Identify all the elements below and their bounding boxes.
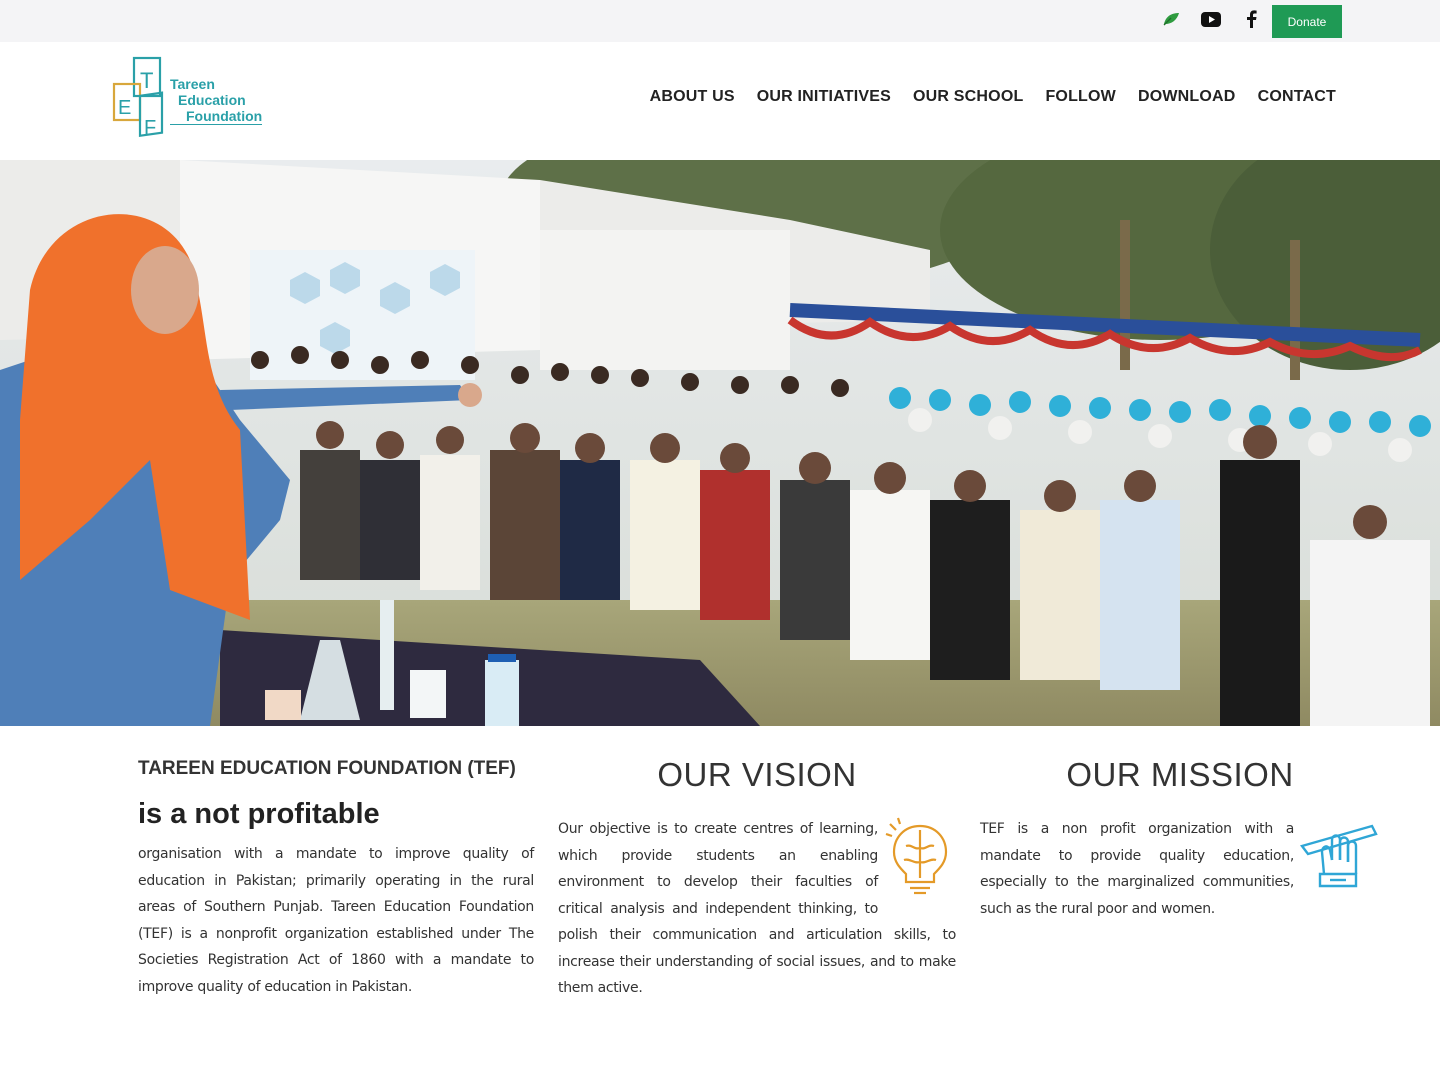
mission-title: OUR MISSION <box>1066 756 1294 793</box>
logo-line-1: Tareen <box>170 76 215 92</box>
about-subtitle: is a not profitable <box>138 798 380 830</box>
mission-section: OUR MISSION TEF is a non profit organiza… <box>980 756 1380 922</box>
logo-wordmark: Tareen Education Foundation <box>170 76 263 125</box>
nav-contact[interactable]: CONTACT <box>1258 88 1336 106</box>
about-title: TAREEN EDUCATION FOUNDATION (TEF) <box>138 758 516 779</box>
leaf-icon[interactable] <box>1160 8 1182 30</box>
youtube-icon[interactable] <box>1200 8 1222 30</box>
vision-section: OUR VISION Our objective is to create ce… <box>558 756 956 1002</box>
tef-logo[interactable]: T E F Tareen Education Foundation <box>110 54 280 148</box>
nav-follow[interactable]: FOLLOW <box>1045 88 1116 106</box>
donate-button[interactable]: Donate <box>1272 5 1342 38</box>
nav-about-us[interactable]: ABOUT US <box>650 88 735 106</box>
hero-image <box>0 160 1440 726</box>
svg-text:E: E <box>118 97 131 119</box>
about-body: organisation with a mandate to improve q… <box>138 846 534 995</box>
facebook-icon[interactable] <box>1240 8 1262 30</box>
svg-text:T: T <box>140 68 153 93</box>
site-header: T E F Tareen Education Foundation ABOUT … <box>0 42 1440 160</box>
hero-photo <box>0 160 1440 726</box>
mission-body-wrap: TEF is a non profit organization with a … <box>980 816 1380 922</box>
vision-title: OUR VISION <box>657 756 857 793</box>
svg-text:F: F <box>144 117 156 139</box>
nav-download[interactable]: DOWNLOAD <box>1138 88 1236 106</box>
about-section: TAREEN EDUCATION FOUNDATION (TEF) is a n… <box>138 756 534 1000</box>
mission-body: TEF is a non profit organization with a … <box>980 821 1294 917</box>
nav-our-initiatives[interactable]: OUR INITIATIVES <box>757 88 891 106</box>
logo-line-2: Education <box>178 92 246 108</box>
nav-our-school[interactable]: OUR SCHOOL <box>913 88 1023 106</box>
brain-lightbulb-icon <box>884 816 956 906</box>
main-nav: ABOUT US OUR INITIATIVES OUR SCHOOL FOLL… <box>650 88 1336 106</box>
vision-body-wrap: Our objective is to create centres of le… <box>558 816 956 1002</box>
top-utility-bar: Donate <box>0 0 1440 42</box>
hand-pen-icon <box>1299 816 1380 900</box>
logo-line-3: Foundation <box>170 108 263 125</box>
